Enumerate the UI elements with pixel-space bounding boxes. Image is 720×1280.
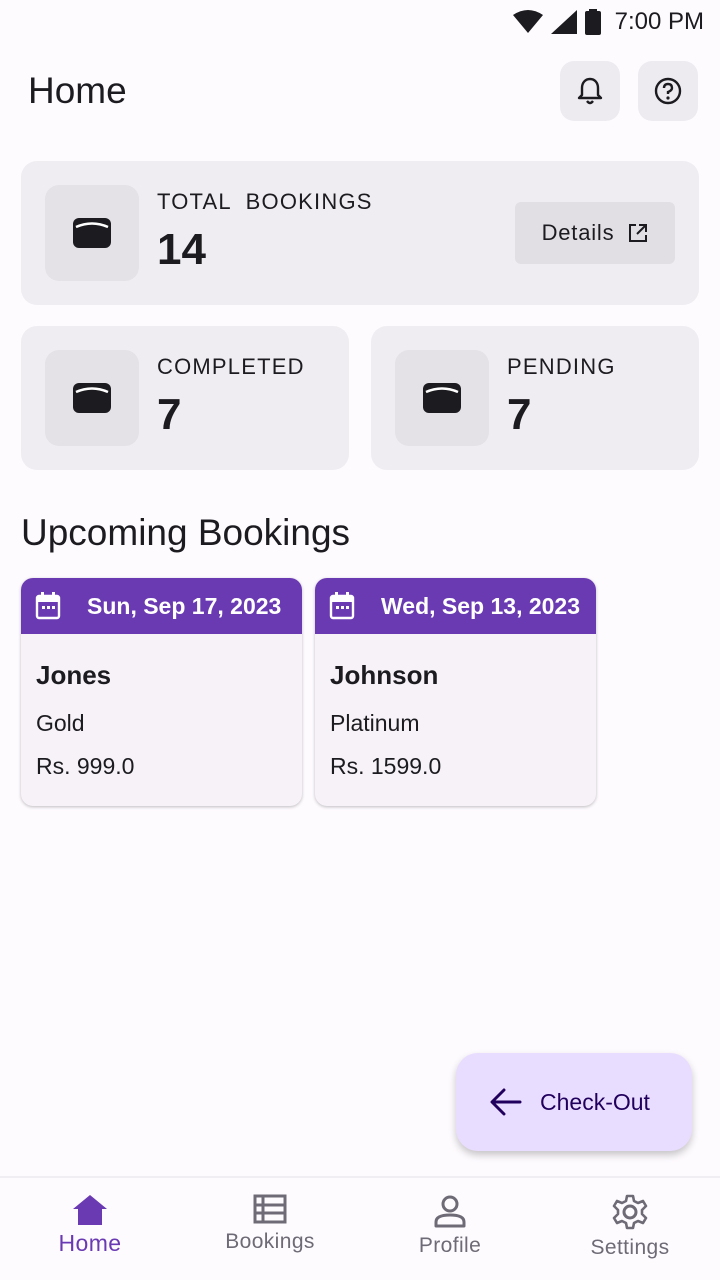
open-in-new-icon xyxy=(629,224,648,242)
gear-icon xyxy=(612,1194,648,1230)
pending-label: PENDING xyxy=(507,354,616,379)
notifications-button[interactable] xyxy=(560,61,620,121)
booking-price: Rs. 1599.0 xyxy=(330,753,442,779)
wallet-icon xyxy=(73,383,111,413)
completed-label: COMPLETED xyxy=(157,354,305,379)
check-out-label: Check-Out xyxy=(540,1088,650,1115)
booking-plan: Platinum xyxy=(330,710,420,736)
completed-value: 7 xyxy=(157,390,182,439)
upcoming-bookings-title: Upcoming Bookings xyxy=(21,512,351,553)
booking-card-header: Sun, Sep 17, 2023 xyxy=(21,578,302,634)
nav-item-label: Settings xyxy=(590,1236,670,1259)
calendar-icon xyxy=(35,592,61,620)
calendar-icon xyxy=(329,592,355,620)
help-button[interactable] xyxy=(638,61,698,121)
total-bookings-value: 14 xyxy=(157,225,206,274)
booking-name: Jones xyxy=(36,660,112,690)
nav-item-profile[interactable]: Profile xyxy=(360,1178,540,1280)
booking-date: Wed, Sep 13, 2023 xyxy=(381,592,581,619)
booking-card[interactable]: Wed, Sep 13, 2023 Johnson Platinum Rs. 1… xyxy=(315,578,596,806)
pending-card: PENDING 7 xyxy=(371,326,699,470)
details-button-label: Details xyxy=(541,220,615,245)
list-icon xyxy=(253,1194,287,1224)
booking-card-header: Wed, Sep 13, 2023 xyxy=(315,578,596,634)
booking-date: Sun, Sep 17, 2023 xyxy=(87,592,282,619)
nav-item-label: Profile xyxy=(418,1234,482,1257)
check-out-button[interactable]: Check-Out xyxy=(456,1053,692,1151)
bottom-navigation: Home Bookings Profile Settings xyxy=(0,1176,720,1280)
details-button[interactable]: Details xyxy=(515,202,675,264)
nav-item-home[interactable]: Home xyxy=(0,1178,180,1280)
app-bar: Home xyxy=(0,60,720,122)
total-bookings-card: TOTAL BOOKINGS 14 Details xyxy=(21,161,699,305)
wallet-icon-container xyxy=(395,350,489,446)
wallet-icon xyxy=(73,218,111,248)
wallet-icon-container xyxy=(45,185,139,281)
nav-item-label: Home xyxy=(58,1230,122,1256)
help-icon xyxy=(654,77,682,105)
nav-item-bookings[interactable]: Bookings xyxy=(180,1178,360,1280)
bell-icon xyxy=(577,77,603,105)
booking-plan: Gold xyxy=(36,710,85,736)
pending-value: 7 xyxy=(507,390,532,439)
booking-card[interactable]: Sun, Sep 17, 2023 Jones Gold Rs. 999.0 xyxy=(21,578,302,806)
booking-price: Rs. 999.0 xyxy=(36,753,135,779)
arrow-back-icon xyxy=(490,1088,522,1116)
total-bookings-label: TOTAL BOOKINGS xyxy=(157,189,373,214)
wallet-icon xyxy=(423,383,461,413)
status-time: 7:00 PM xyxy=(614,8,704,35)
home-icon xyxy=(73,1195,107,1225)
booking-name: Johnson xyxy=(330,660,439,690)
person-icon xyxy=(434,1195,466,1228)
page-title: Home xyxy=(28,70,127,111)
completed-card: COMPLETED 7 xyxy=(21,326,349,470)
nav-item-label: Bookings xyxy=(225,1230,315,1253)
wallet-icon-container xyxy=(45,350,139,446)
wifi-icon xyxy=(512,10,543,34)
status-bar: 7:00 PM xyxy=(0,0,720,44)
nav-item-settings[interactable]: Settings xyxy=(540,1178,720,1280)
battery-icon xyxy=(584,9,601,35)
signal-icon xyxy=(550,10,577,34)
